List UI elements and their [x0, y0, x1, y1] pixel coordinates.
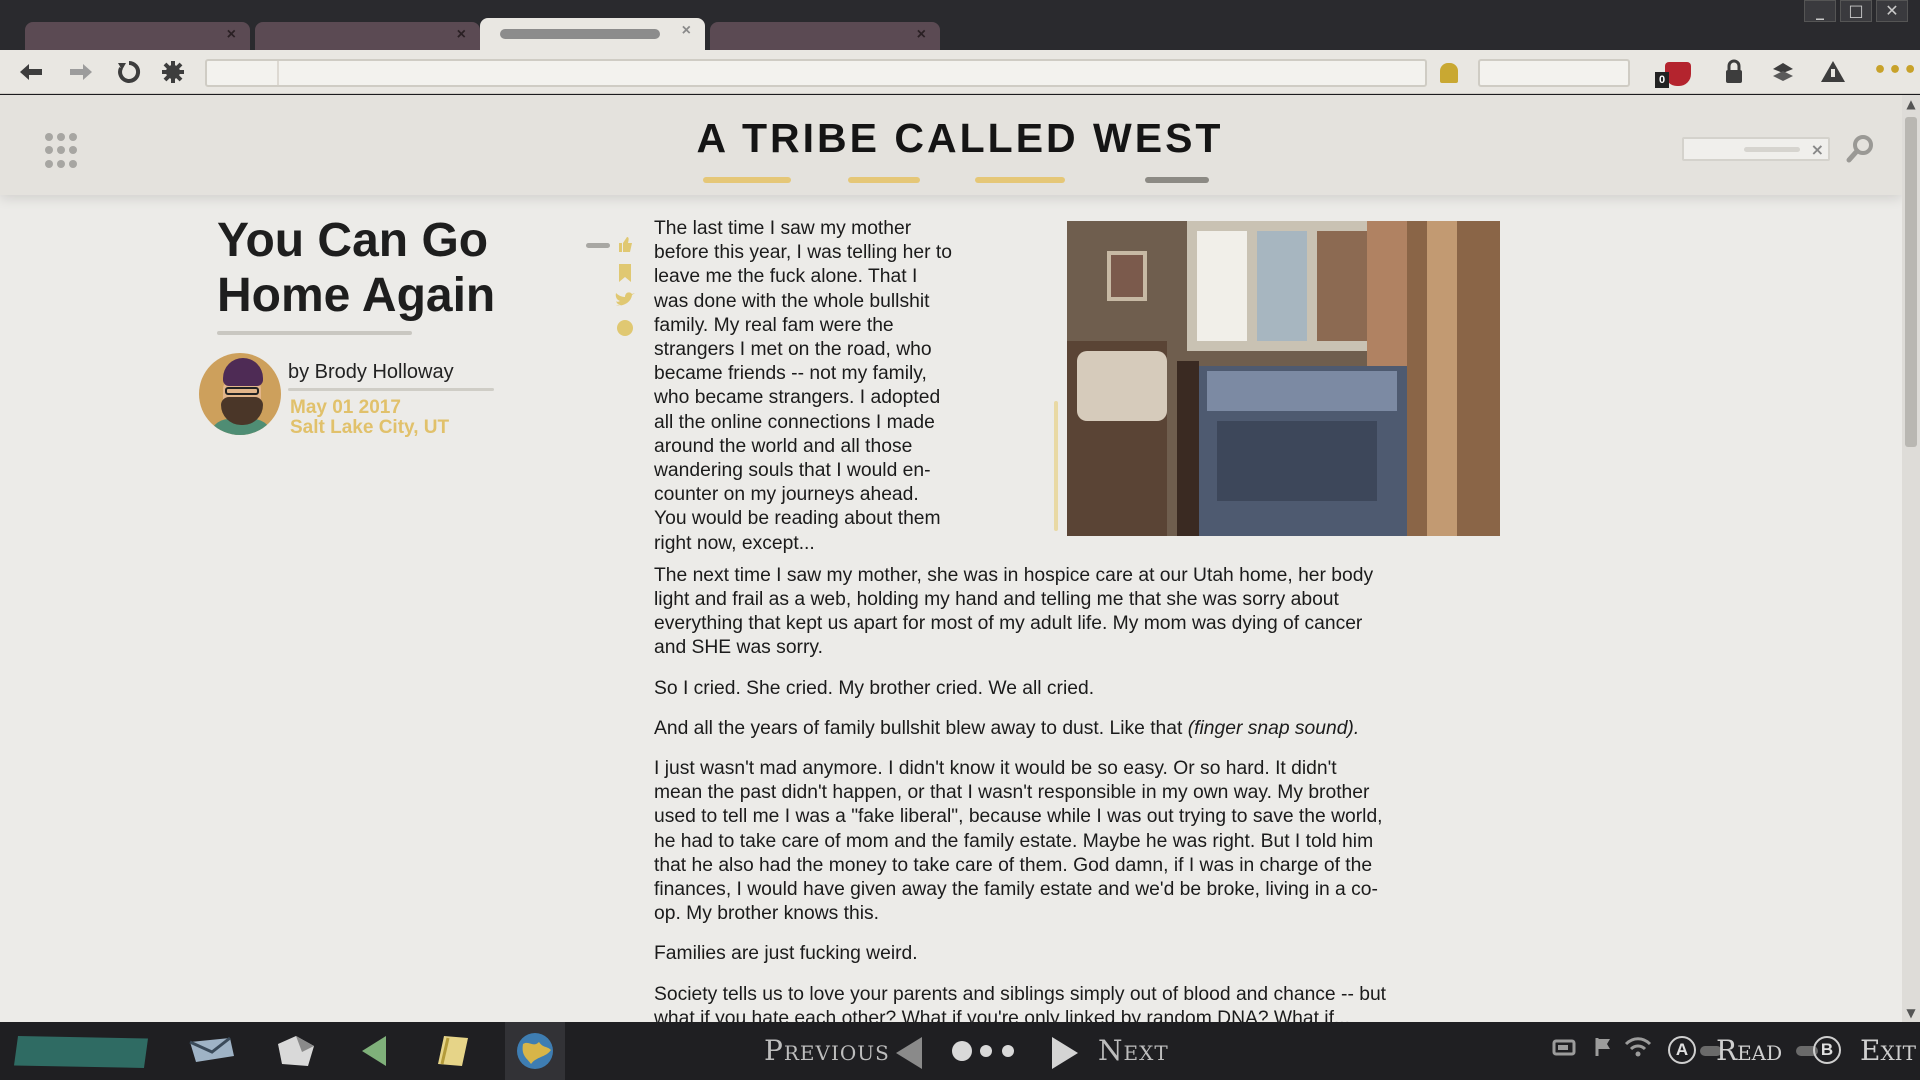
paragraph: And all the years of family bullshit ble… — [654, 717, 1388, 741]
browser-tab-1[interactable]: × — [25, 22, 250, 50]
arrow-right-icon — [70, 64, 92, 80]
notes-app-icon[interactable] — [436, 1034, 476, 1068]
back-button[interactable] — [16, 57, 46, 87]
nav-item-3[interactable] — [975, 177, 1065, 183]
browser-search-bar[interactable] — [1478, 59, 1630, 87]
page-dot[interactable] — [1002, 1045, 1014, 1057]
author-avatar[interactable] — [199, 353, 281, 435]
tab-close-icon[interactable]: × — [457, 26, 466, 44]
mail-app-icon[interactable] — [188, 1034, 234, 1068]
site-title[interactable]: A TRIBE CALLED WEST — [0, 115, 1902, 162]
sync-button[interactable] — [1768, 57, 1798, 87]
article-title: You Can Go Home Again — [217, 214, 496, 322]
twitter-icon[interactable] — [614, 291, 636, 314]
next-button[interactable]: Next — [1098, 1034, 1169, 1067]
share-divider — [586, 243, 610, 248]
search-icon[interactable] — [1844, 131, 1878, 165]
paragraph: So I cried. She cried. My brother cried.… — [654, 677, 1095, 699]
minimize-button[interactable]: _ — [1804, 0, 1836, 22]
scroll-thumb[interactable] — [1905, 117, 1917, 447]
reload-button[interactable] — [114, 57, 144, 87]
article-body: The last time I saw my mother before thi… — [654, 217, 1388, 1022]
tab-close-icon[interactable]: × — [682, 22, 691, 40]
flag-icon — [1594, 1036, 1614, 1063]
close-window-button[interactable]: ✕ — [1876, 0, 1908, 22]
clear-search-icon[interactable]: × — [1811, 140, 1824, 159]
browser-tab-2[interactable]: × — [255, 22, 480, 50]
a-button-icon[interactable]: A — [1668, 1036, 1696, 1064]
taskbar: Previous Next A Read B Exit — [0, 1022, 1920, 1080]
browser-tab-4[interactable]: × — [710, 22, 940, 50]
next-arrow-icon[interactable] — [1052, 1037, 1078, 1069]
publish-location: Salt Lake City, UT — [290, 417, 450, 438]
browser-toolbar: 0 ••• — [0, 50, 1920, 94]
paragraph: I just wasn't mad anymore. I didn't know… — [654, 758, 1383, 925]
paragraph: The next time I saw my mother, she was i… — [654, 564, 1374, 659]
puzzle-icon — [162, 61, 184, 83]
previous-arrow-icon[interactable] — [896, 1037, 922, 1069]
byline-divider — [288, 388, 494, 391]
scroll-down-icon[interactable]: ▼ — [1904, 1006, 1918, 1020]
paragraph: Society tells us to love your parents an… — [654, 983, 1387, 1022]
paragraph-text: And all the years of family bullshit ble… — [654, 717, 1188, 739]
paragraph-end: . — [1353, 717, 1360, 739]
title-divider — [217, 331, 412, 335]
extensions-button[interactable] — [158, 57, 188, 87]
start-button[interactable] — [14, 1036, 148, 1068]
site-header: A TRIBE CALLED WEST × — [0, 95, 1902, 195]
sync-icon — [1773, 63, 1793, 81]
alert-button[interactable] — [1818, 57, 1848, 87]
alert-icon — [1821, 61, 1845, 82]
more-icon[interactable]: ••• — [1873, 58, 1918, 83]
author-byline[interactable]: by Brody Holloway — [288, 361, 454, 384]
browser-tab-active[interactable]: × — [480, 18, 705, 50]
title-bar: × × × × _ □ ✕ — [0, 0, 1920, 50]
globe-icon — [517, 1033, 553, 1069]
tab-close-icon[interactable]: × — [917, 26, 926, 44]
shield-badge: 0 — [1655, 72, 1669, 88]
address-bar[interactable] — [205, 59, 1427, 87]
wifi-icon — [1624, 1036, 1652, 1063]
read-button-label[interactable]: Read — [1716, 1034, 1782, 1067]
media-app-icon[interactable] — [358, 1034, 398, 1068]
nav-item-2[interactable] — [848, 177, 920, 183]
paragraph: Families are just fucking weird. — [654, 943, 918, 965]
battery-icon — [1552, 1036, 1578, 1063]
page-scrollbar[interactable]: ▲ ▼ — [1902, 95, 1920, 1022]
reload-icon — [118, 60, 141, 83]
photos-app-icon[interactable] — [274, 1034, 314, 1068]
arrow-left-icon — [20, 64, 42, 80]
bookmark-share-icon[interactable] — [616, 263, 634, 288]
web-page: A TRIBE CALLED WEST × You Can Go Home Ag… — [0, 95, 1902, 1022]
paragraph-emphasis: (finger snap sound) — [1187, 717, 1354, 739]
nav-item-1[interactable] — [703, 177, 791, 183]
forward-button[interactable] — [66, 57, 96, 87]
photo-spacer — [953, 217, 1388, 547]
previous-button[interactable]: Previous — [764, 1034, 890, 1067]
like-icon[interactable] — [616, 235, 634, 258]
lock-button[interactable] — [1719, 57, 1749, 87]
site-search-input[interactable]: × — [1682, 137, 1830, 161]
lock-icon — [1726, 59, 1742, 83]
page-dot-current[interactable] — [952, 1041, 972, 1061]
comment-icon[interactable] — [616, 319, 634, 342]
publish-date: May 01 2017 — [290, 397, 401, 418]
tab-close-icon[interactable]: × — [227, 26, 236, 44]
search-placeholder — [1744, 147, 1800, 152]
browser-app-active[interactable] — [505, 1022, 565, 1080]
page-dot[interactable] — [980, 1045, 992, 1057]
b-button-icon[interactable]: B — [1813, 1036, 1841, 1064]
tab-title-placeholder — [500, 29, 660, 39]
scroll-up-icon[interactable]: ▲ — [1904, 97, 1918, 111]
address-divider — [277, 61, 279, 85]
nav-item-4[interactable] — [1145, 177, 1209, 183]
exit-button-label[interactable]: Exit — [1860, 1034, 1916, 1067]
maximize-button[interactable]: □ — [1840, 0, 1872, 22]
bookmark-icon[interactable] — [1440, 63, 1458, 83]
